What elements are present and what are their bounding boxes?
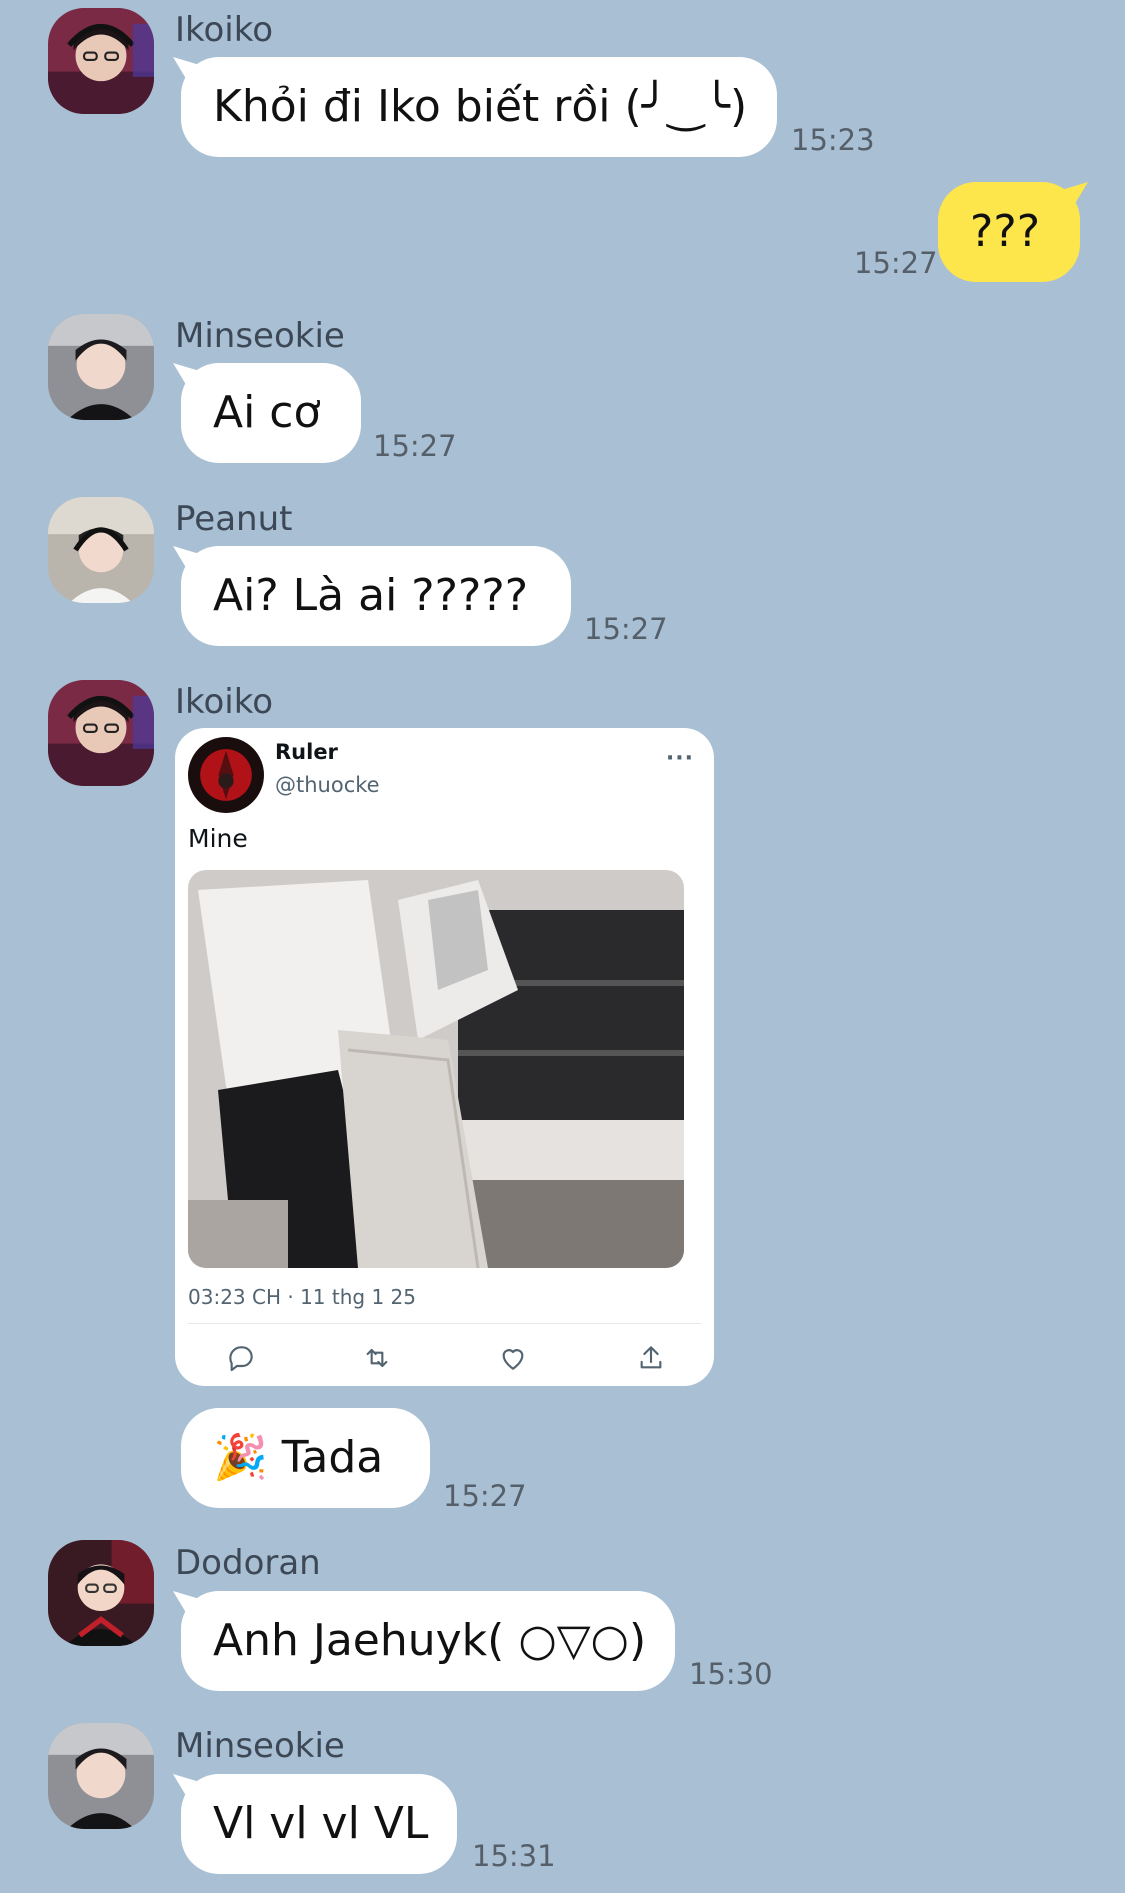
message-bubble[interactable]: Khỏi đi Iko biết rồi (╯‿╰): [181, 57, 777, 157]
like-icon[interactable]: [497, 1342, 529, 1374]
avatar-dodoran[interactable]: [48, 1540, 154, 1646]
tweet-text: Mine: [188, 824, 248, 853]
retweet-icon[interactable]: [361, 1342, 393, 1374]
tweet-card[interactable]: Ruler @thuocke ··· Mine 03:23 CH · 11 th…: [175, 728, 714, 1386]
message-bubble[interactable]: Ai cơ: [181, 363, 361, 463]
message-time: 15:27: [584, 612, 668, 646]
sender-name: Minseokie: [175, 1726, 345, 1766]
avatar-peanut[interactable]: [48, 497, 154, 603]
sender-name: Ikoiko: [175, 10, 274, 50]
outgoing-message-bubble[interactable]: ???: [938, 182, 1080, 282]
tweet-timestamp[interactable]: 03:23 CH · 11 thg 1 25: [188, 1285, 416, 1309]
sender-name: Ikoiko: [175, 682, 274, 722]
avatar-ikoiko[interactable]: [48, 680, 154, 786]
tweet-handle[interactable]: @thuocke: [275, 773, 380, 797]
message-time: 15:23: [791, 123, 875, 157]
tweet-display-name[interactable]: Ruler: [275, 740, 338, 764]
message-bubble[interactable]: Ai? Là ai ?????: [181, 546, 571, 646]
more-options-icon[interactable]: ···: [666, 746, 694, 771]
avatar-minseokie[interactable]: [48, 314, 154, 420]
message-bubble[interactable]: Anh Jaehuyk( ○▽○): [181, 1591, 675, 1691]
tweet-divider: [188, 1323, 701, 1324]
message-time: 15:31: [472, 1839, 556, 1873]
share-icon[interactable]: [635, 1342, 667, 1374]
message-bubble[interactable]: Vl vl vl VL: [181, 1774, 457, 1874]
tweet-media-image[interactable]: [188, 870, 684, 1268]
sender-name: Minseokie: [175, 316, 345, 356]
reply-icon[interactable]: [225, 1342, 257, 1374]
sender-name: Dodoran: [175, 1543, 321, 1583]
message-time: 15:27: [854, 246, 938, 280]
sender-name: Peanut: [175, 499, 293, 539]
avatar-ikoiko[interactable]: [48, 8, 154, 114]
tweet-author-avatar[interactable]: [188, 737, 264, 813]
message-bubble[interactable]: 🎉 Tada: [181, 1408, 430, 1508]
message-time: 15:30: [689, 1657, 773, 1691]
avatar-minseokie[interactable]: [48, 1723, 154, 1829]
message-time: 15:27: [373, 429, 457, 463]
message-time: 15:27: [443, 1479, 527, 1513]
